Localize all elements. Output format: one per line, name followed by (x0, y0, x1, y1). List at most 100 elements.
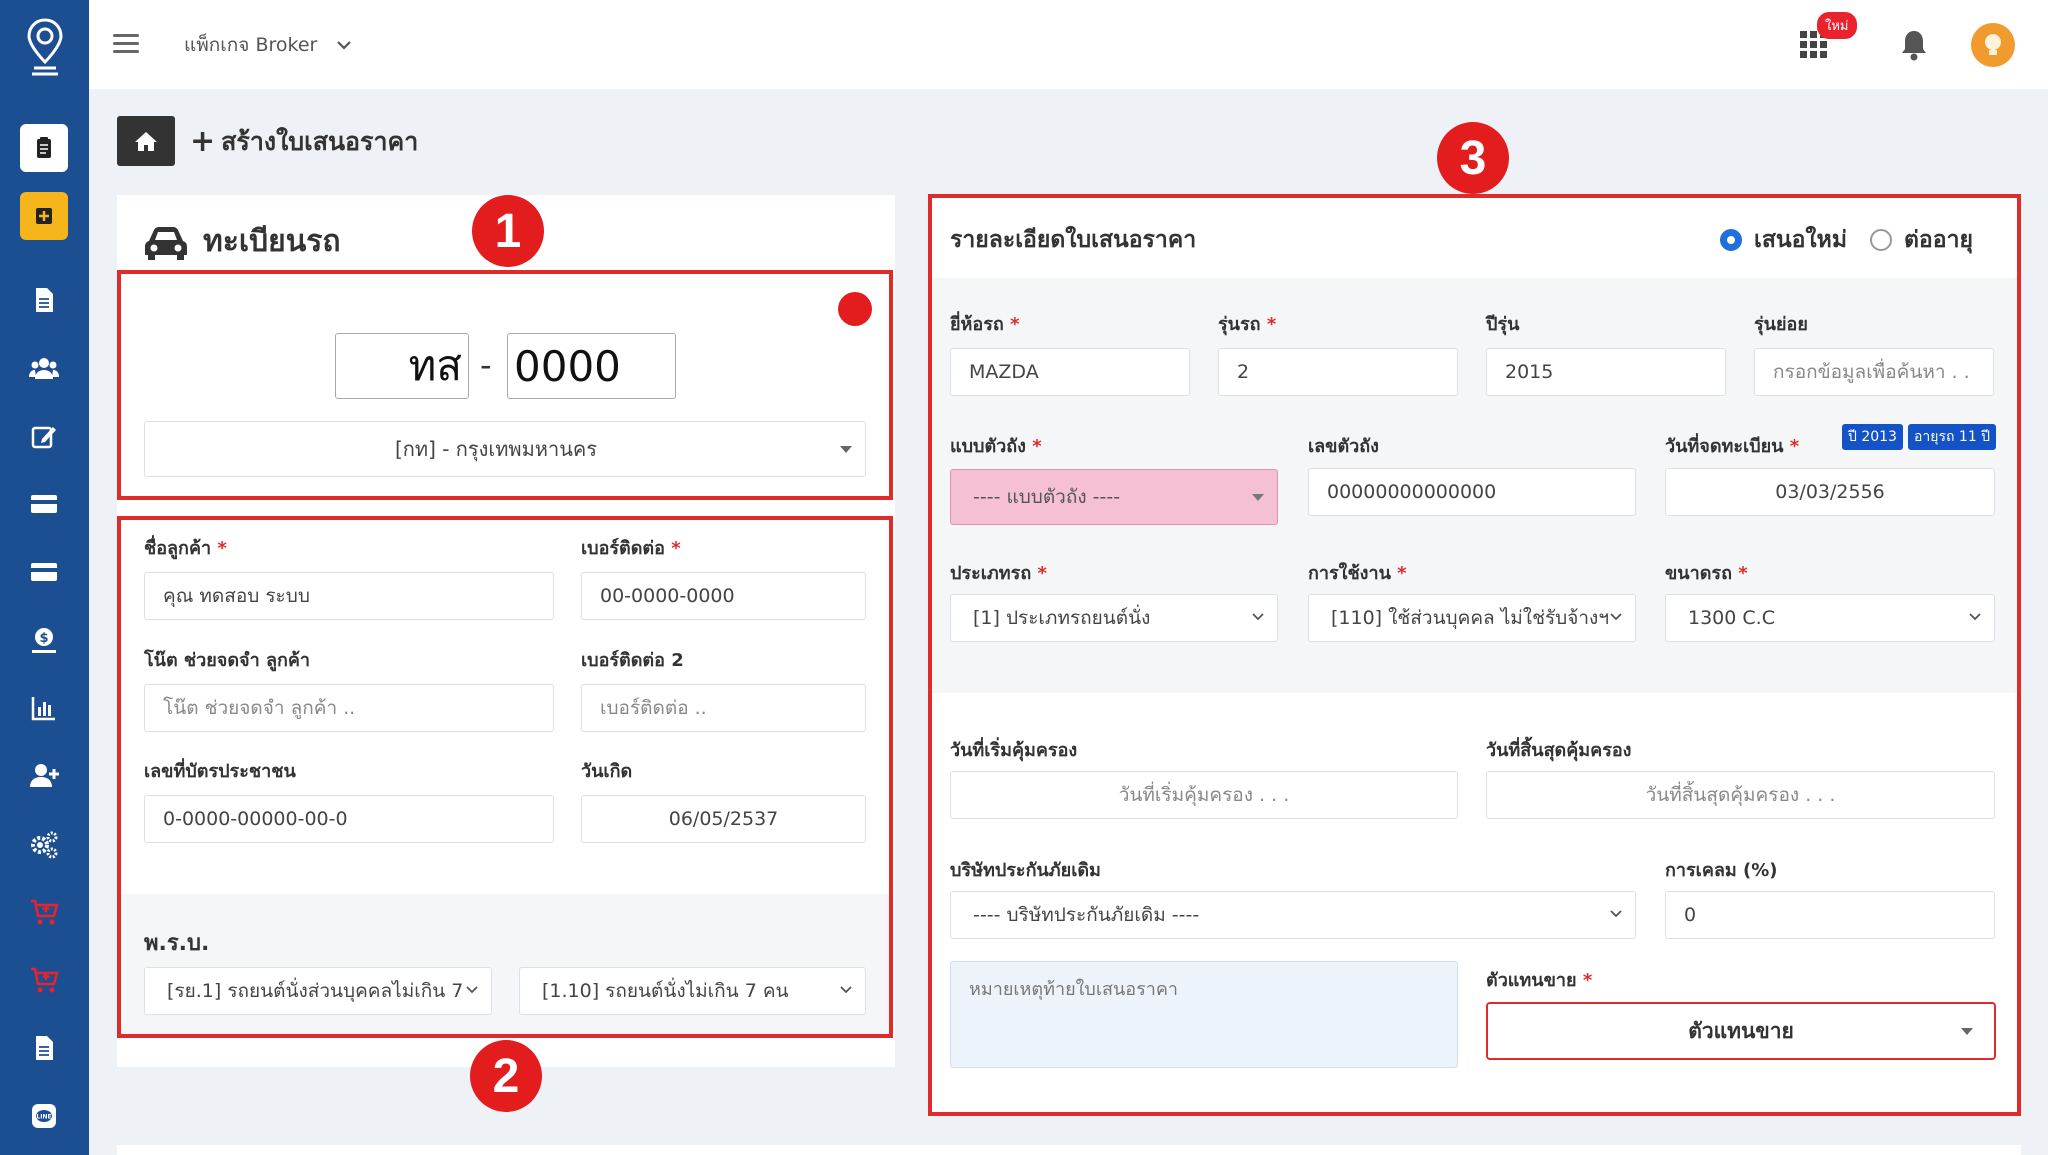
prb-type-select[interactable]: [1.10] รถยนต์นั่งไม่เกิน 7 คน (519, 967, 866, 1015)
registration-date-input[interactable]: 03/03/2556 (1665, 468, 1995, 516)
chevron-down-icon (1252, 613, 1264, 621)
sidebar-item-add-user[interactable] (20, 752, 68, 800)
birthdate-input[interactable]: 06/05/2537 (581, 795, 866, 843)
body-type-label: แบบตัวถัง * (950, 436, 1042, 457)
chassis-input[interactable]: 00000000000000 (1308, 468, 1636, 516)
previous-insurer-label: บริษัทประกันภัยเดิม (950, 860, 1101, 881)
sales-agent-select[interactable]: ตัวแทนขาย (1486, 1002, 1996, 1060)
birthdate-label: วันเกิด (581, 761, 633, 782)
usage-value: [110] ใช้ส่วนบุคคล ไม่ใช่รับจ้างฯ (1331, 607, 1609, 629)
phone2-input[interactable]: เบอร์ติดต่อ .. (581, 684, 866, 732)
registration-year-badge: ปี 2013 (1842, 424, 1903, 450)
line-chat-icon: LINE (32, 1104, 56, 1128)
year-input[interactable]: 2015 (1486, 348, 1726, 396)
prb-label: พ.ร.บ. (144, 931, 210, 956)
quote-remark-textarea[interactable]: หมายเหตุท้ายใบเสนอราคา (950, 961, 1458, 1068)
package-label: แพ็กเกจ Broker (184, 34, 318, 56)
chevron-down-icon (466, 986, 478, 994)
body-type-select[interactable]: ---- แบบตัวถัง ---- (950, 469, 1278, 525)
caret-down-icon (1961, 1028, 1973, 1035)
edit-icon (31, 426, 56, 449)
cart-add-icon (31, 899, 59, 925)
gears-icon (31, 831, 58, 859)
sidebar: $ LINE (0, 0, 89, 1155)
logo-pin-icon[interactable] (26, 18, 64, 76)
coverage-end-input[interactable]: วันที่สิ้นสุดคุ้มครอง . . . (1486, 771, 1995, 819)
claim-input[interactable]: 0 (1665, 891, 1995, 939)
previous-insurer-select[interactable]: ---- บริษัทประกันภัยเดิม ---- (950, 891, 1636, 939)
engine-size-select[interactable]: 1300 C.C (1665, 594, 1995, 642)
marker-2: 2 (470, 1040, 542, 1112)
document-icon (36, 1036, 53, 1060)
plate-separator: - (480, 346, 492, 384)
page-title-text: สร้างใบเสนอราคา (221, 127, 419, 156)
money-hand-icon: $ (32, 628, 56, 653)
coverage-start-input[interactable]: วันที่เริ่มคุ้มครอง . . . (950, 771, 1458, 819)
sidebar-item-settings[interactable] (20, 820, 68, 868)
vehicle-type-value: [1] ประเภทรถยนต์นั่ง (973, 607, 1151, 629)
sidebar-item-add[interactable] (20, 192, 68, 240)
sidebar-item-card[interactable] (20, 480, 68, 528)
registration-date-label: วันที่จดทะเบียน * (1665, 436, 1800, 457)
brand-input[interactable]: MAZDA (950, 348, 1190, 396)
sidebar-item-cart-add-2[interactable] (20, 956, 68, 1004)
users-icon (29, 358, 59, 379)
sidebar-item-users[interactable] (20, 344, 68, 392)
radio-new-quote[interactable]: เสนอใหม่ (1720, 222, 1847, 258)
credit-card-icon (31, 495, 57, 513)
radio-renew[interactable]: ต่ออายุ (1870, 222, 1973, 258)
marker-1: 1 (472, 195, 544, 267)
vehicle-section-title: ทะเบียนรถ (143, 218, 341, 265)
radio-checked-icon (1720, 229, 1742, 251)
plus-icon: + (190, 124, 216, 159)
bell-icon[interactable] (1899, 28, 1929, 62)
model-label: รุ่นรถ * (1218, 314, 1277, 335)
chevron-down-icon (1969, 613, 1981, 621)
claim-label: การเคลม (%) (1665, 860, 1778, 881)
coverage-start-label: วันที่เริ่มคุ้มครอง (950, 740, 1078, 761)
credit-card-icon (31, 563, 57, 581)
customer-note-label: โน๊ต ช่วยจดจำ ลูกค้า (144, 650, 311, 671)
vehicle-type-select[interactable]: [1] ประเภทรถยนต์นั่ง (950, 594, 1278, 642)
prb-class-select[interactable]: [รย.1] รถยนต์นั่งส่วนบุคคลไม่เกิน 7 (144, 967, 492, 1015)
submodel-search-input[interactable]: กรอกข้อมูลเพื่อค้นหา . . (1754, 348, 1994, 396)
phone-input[interactable]: 00-0000-0000 (581, 572, 866, 620)
quote-section-title: รายละเอียดใบเสนอราคา (950, 227, 1197, 253)
phone-label: เบอร์ติดต่อ * (581, 538, 681, 559)
radio-new-label: เสนอใหม่ (1754, 227, 1847, 253)
sidebar-item-document[interactable] (20, 276, 68, 324)
customer-name-input[interactable]: คุณ ทดสอบ ระบบ (144, 572, 554, 620)
sidebar-item-document-2[interactable] (20, 1024, 68, 1072)
idcard-label: เลขที่บัตรประชาชน (144, 761, 296, 782)
avatar[interactable] (1971, 23, 2015, 67)
menu-toggle-icon[interactable] (113, 34, 139, 54)
sidebar-item-cart-add[interactable] (20, 888, 68, 936)
model-input[interactable]: 2 (1218, 348, 1458, 396)
province-select[interactable]: [กท] - กรุงเทพมหานคร (144, 421, 866, 477)
sidebar-item-payment[interactable]: $ (20, 616, 68, 664)
customer-name-label: ชื่อลูกค้า * (144, 538, 227, 559)
sidebar-item-card-2[interactable] (20, 548, 68, 596)
chassis-label: เลขตัวถัง (1308, 436, 1379, 457)
home-button[interactable] (117, 116, 175, 166)
engine-size-value: 1300 C.C (1688, 607, 1775, 629)
chevron-down-icon (1610, 910, 1622, 918)
svg-text:$: $ (39, 631, 48, 646)
province-value: [กท] - กรุงเทพมหานคร (394, 437, 598, 461)
customer-note-input[interactable]: โน๊ต ช่วยจดจำ ลูกค้า .. (144, 684, 554, 732)
sidebar-item-line[interactable]: LINE (20, 1092, 68, 1140)
package-dropdown[interactable]: แพ็กเกจ Broker (184, 30, 352, 60)
plate-number-input[interactable]: 0000 (507, 333, 676, 399)
idcard-input[interactable]: 0-0000-00000-00-0 (144, 795, 554, 843)
usage-select[interactable]: [110] ใช้ส่วนบุคคล ไม่ใช่รับจ้างฯ (1308, 594, 1636, 642)
home-icon (135, 132, 157, 151)
prb-type-value: [1.10] รถยนต์นั่งไม่เกิน 7 คน (542, 980, 789, 1002)
plate-prefix-input[interactable]: ทส (335, 333, 469, 399)
body-type-value: ---- แบบตัวถัง ---- (973, 486, 1121, 508)
sidebar-item-edit[interactable] (20, 412, 68, 460)
sidebar-item-clipboard[interactable] (20, 124, 68, 172)
year-label: ปีรุ่น (1486, 314, 1520, 335)
svg-text:LINE: LINE (36, 1114, 51, 1121)
sidebar-item-report[interactable] (20, 684, 68, 732)
lightbulb-icon (1985, 34, 2001, 55)
